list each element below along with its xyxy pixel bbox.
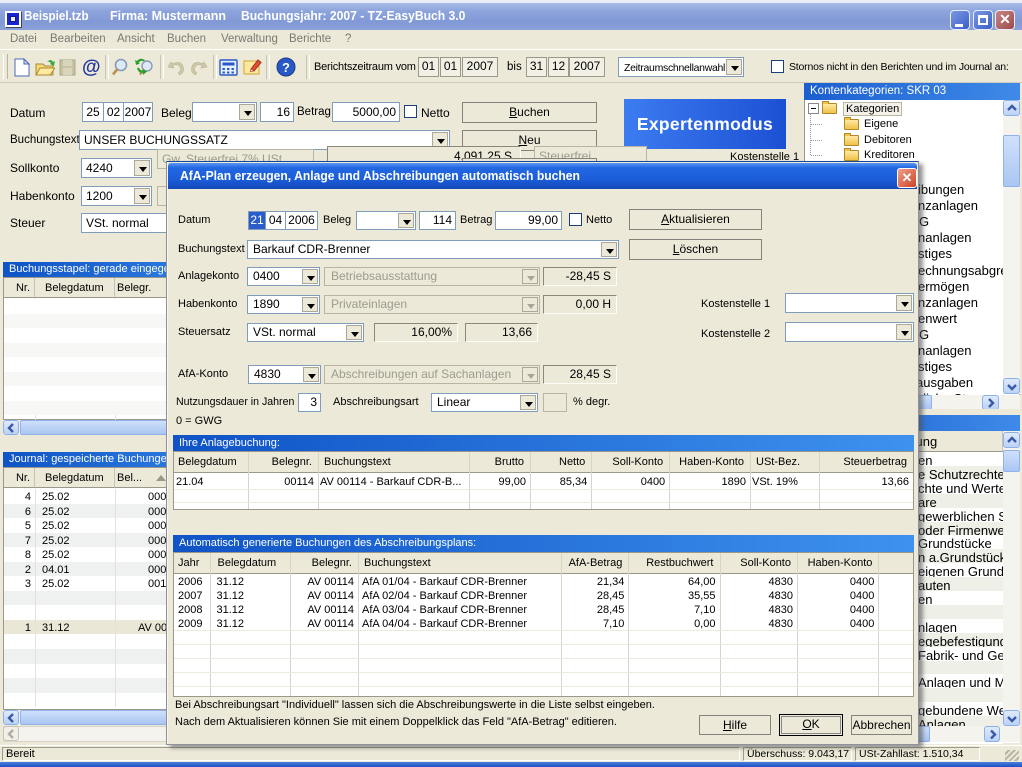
- svg-text:?: ?: [282, 60, 290, 75]
